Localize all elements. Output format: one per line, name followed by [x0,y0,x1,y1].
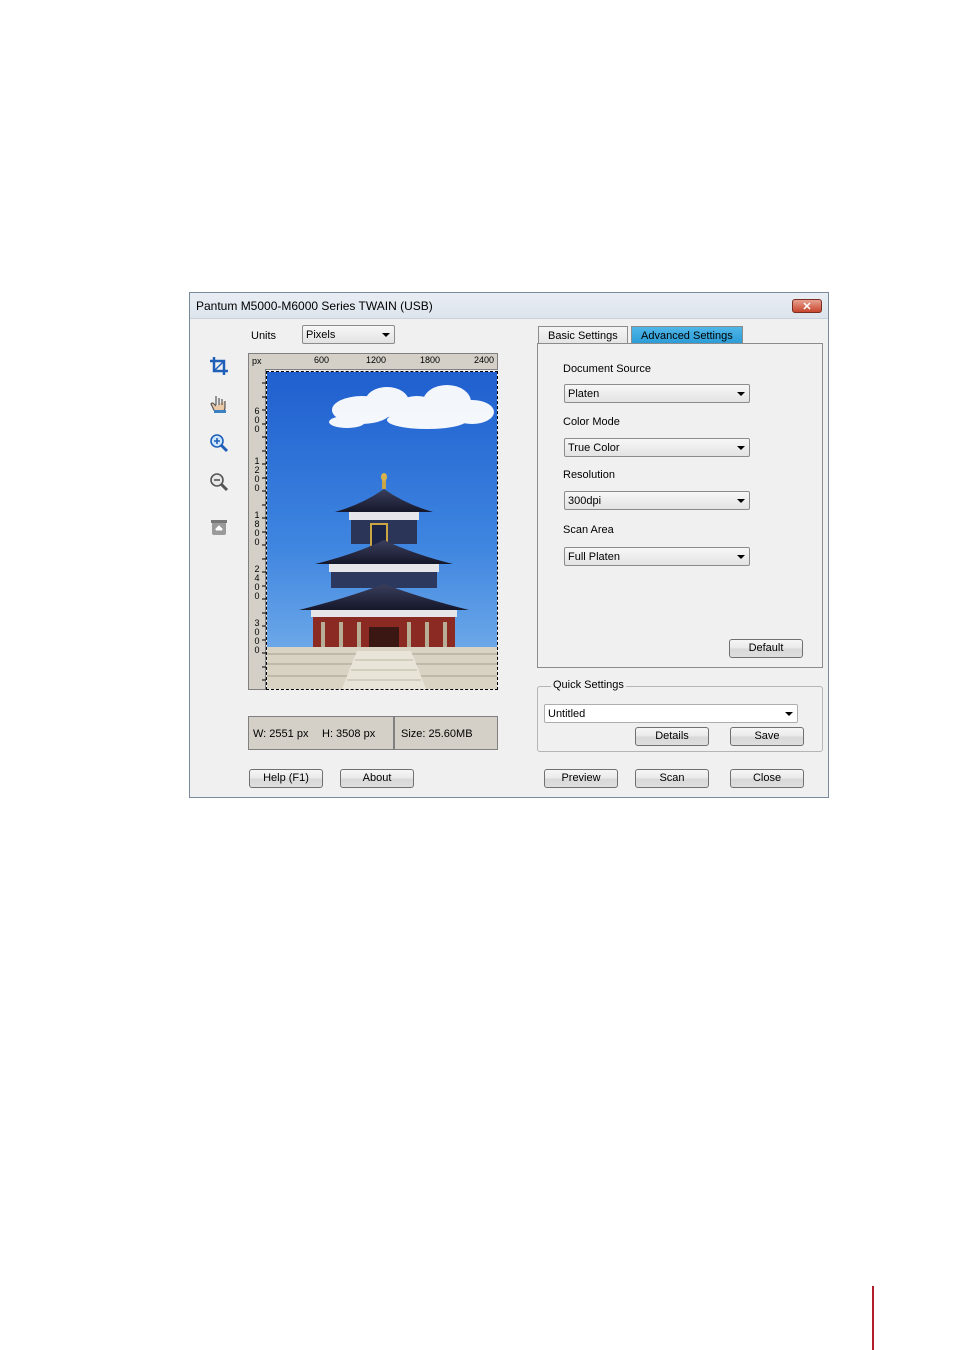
close-button[interactable]: Close [730,769,804,788]
page-margin-rule [872,1286,874,1350]
ruler-tick: 2400 [474,355,495,365]
details-button[interactable]: Details [635,727,709,746]
chevron-down-icon [737,446,745,450]
dimensions-status: W: 2551 px H: 3508 px [248,716,394,750]
units-label: Units [251,330,277,342]
document-source-select[interactable]: Platen [564,384,750,403]
twain-dialog: Pantum M5000-M6000 Series TWAIN (USB) ✕ … [189,292,829,798]
color-mode-select[interactable]: True Color [564,438,750,457]
chevron-down-icon [382,333,390,337]
tab-basic-settings[interactable]: Basic Settings [538,326,628,344]
ruler-unit: px [252,356,262,366]
help-button[interactable]: Help (F1) [249,769,323,788]
eject-icon[interactable] [208,517,230,539]
scan-preview-area[interactable] [266,371,498,690]
scan-area-value: Full Platen [568,551,620,563]
scan-button[interactable]: Scan [635,769,709,788]
zoom-out-icon[interactable] [208,471,230,493]
about-button[interactable]: About [340,769,414,788]
ruler-tick: 600 [254,406,260,434]
resolution-select[interactable]: 300dpi [564,491,750,510]
quick-settings-select[interactable]: Untitled [544,704,798,723]
ruler-tick: 600 [314,355,330,365]
title-bar[interactable]: Pantum M5000-M6000 Series TWAIN (USB) ✕ [190,293,828,319]
quick-settings-value: Untitled [548,708,586,720]
chevron-down-icon [737,499,745,503]
resolution-value: 300dpi [568,495,602,507]
horizontal-ruler: px 600 1200 1800 2400 [248,353,498,370]
units-value: Pixels [306,329,336,341]
window-title: Pantum M5000-M6000 Series TWAIN (USB) [196,299,433,313]
size-status: Size: 25.60MB [394,716,498,750]
units-select[interactable]: Pixels [302,325,395,344]
width-readout: W: 2551 px [253,728,309,740]
crop-icon[interactable] [208,355,230,377]
color-mode-label: Color Mode [563,416,620,428]
chevron-down-icon [737,392,745,396]
chevron-down-icon [737,555,745,559]
advanced-settings-panel: Document Source Platen Color Mode True C… [537,343,823,668]
preview-button[interactable]: Preview [544,769,618,788]
size-readout: Size: 25.60MB [401,728,473,740]
ruler-tick: 1200 [366,355,387,365]
vertical-ruler: 600 1200 1800 2400 3000 [248,369,266,690]
document-source-label: Document Source [563,363,652,375]
ruler-tick: 3000 [254,618,260,655]
resolution-label: Resolution [563,469,615,481]
save-button[interactable]: Save [730,727,804,746]
hand-icon[interactable] [208,393,230,415]
color-mode-value: True Color [568,442,620,454]
tab-advanced-settings[interactable]: Advanced Settings [631,326,743,344]
zoom-in-icon[interactable] [208,432,230,454]
scan-area-select[interactable]: Full Platen [564,547,750,566]
ruler-tick: 2400 [254,564,260,601]
scan-area-label: Scan Area [563,524,614,536]
default-button[interactable]: Default [729,639,803,658]
quick-settings-title: Quick Settings [551,679,626,691]
ruler-tick: 1200 [254,456,260,493]
document-source-value: Platen [568,388,600,400]
quick-settings-group: Quick Settings Untitled Details Save [537,679,823,752]
chevron-down-icon [785,712,793,716]
window-close-button[interactable]: ✕ [792,299,822,313]
ruler-tick: 1800 [254,510,260,547]
ruler-tick: 1800 [420,355,441,365]
temple-preview-image [267,372,497,689]
height-readout: H: 3508 px [322,728,376,740]
